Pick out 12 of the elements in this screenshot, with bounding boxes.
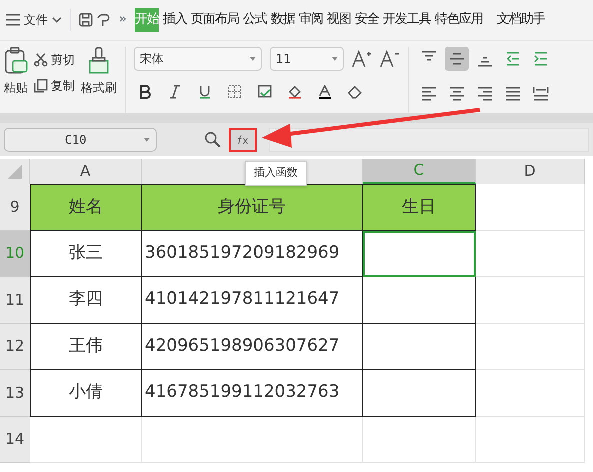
table-cell: 410142197811121647 xyxy=(142,277,363,324)
table-cell: 生日 xyxy=(363,184,476,230)
table-cell: 姓名 xyxy=(30,184,142,230)
table-cell: 420965198906307627 xyxy=(142,324,363,370)
table-cell: 小倩 xyxy=(30,370,142,416)
table-cell: 张三 xyxy=(30,230,142,277)
table-cell: 416785199112032763 xyxy=(142,370,363,416)
table-cell: 身份证号 xyxy=(142,184,363,230)
tooltip: 插入函数 xyxy=(245,161,307,186)
table-cell: 王伟 xyxy=(30,324,142,370)
table-cell: 360185197209182969 xyxy=(142,230,363,277)
table-cell: 李四 xyxy=(30,277,142,324)
